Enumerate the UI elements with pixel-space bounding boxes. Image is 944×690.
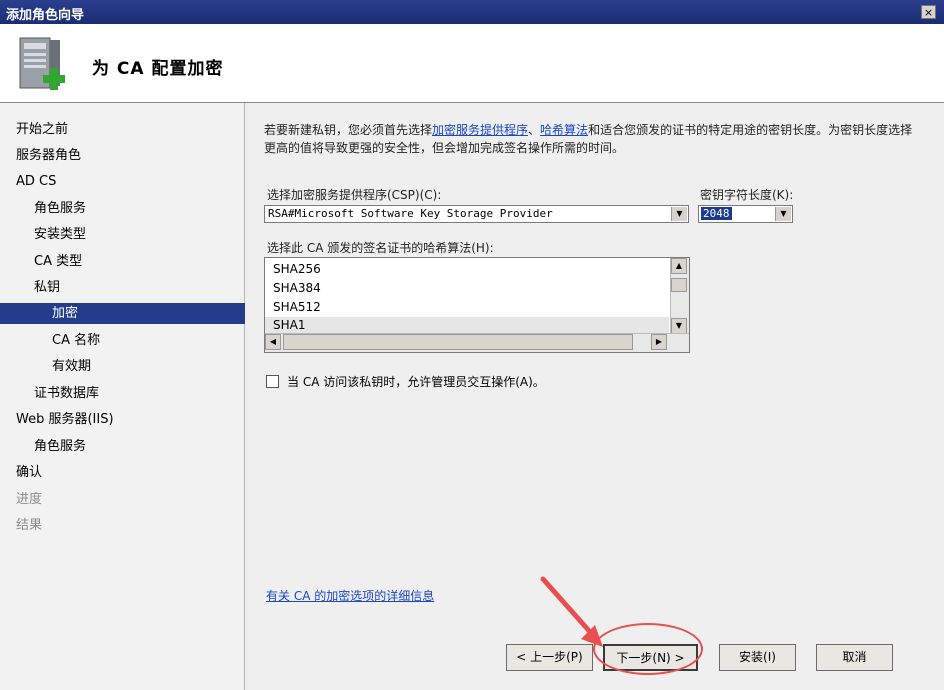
hash-label: 选择此 CA 颁发的签名证书的哈希算法(H): xyxy=(267,241,494,255)
hash-algorithm-link[interactable]: 哈希算法 xyxy=(540,123,588,137)
scroll-up-icon[interactable]: ▲ xyxy=(671,258,687,274)
list-item[interactable]: SHA384 xyxy=(265,279,669,298)
list-item[interactable]: SHA512 xyxy=(265,298,669,317)
back-button[interactable]: < 上一步(P) xyxy=(506,644,593,671)
window-titlebar: 添加角色向导 × xyxy=(0,0,944,24)
scroll-down-icon[interactable]: ▼ xyxy=(671,318,687,334)
admin-interaction-label[interactable]: 当 CA 访问该私钥时，允许管理员交互操作(A)。 xyxy=(287,373,545,390)
description-text: 若要新建私钥，您必须首先选择加密服务提供程序、哈希算法和适合您颁发的证书的特定用… xyxy=(264,123,913,155)
horizontal-scrollbar[interactable]: ◀ ▶ xyxy=(265,333,689,352)
csp-value: RSA#Microsoft Software Key Storage Provi… xyxy=(268,207,553,220)
nav-item-certificate-database[interactable]: 证书数据库 xyxy=(0,383,278,404)
nav-item-server-roles[interactable]: 服务器角色 xyxy=(0,145,260,166)
key-length-value: 2048 xyxy=(701,207,732,220)
nav-item-ca-type[interactable]: CA 类型 xyxy=(0,251,278,272)
server-add-icon xyxy=(19,37,65,90)
nav-item-confirmation[interactable]: 确认 xyxy=(0,462,260,483)
nav-item-web-server-iis[interactable]: Web 服务器(IIS) xyxy=(0,409,260,430)
nav-item-ad-cs[interactable]: AD CS xyxy=(0,171,260,192)
scroll-left-icon[interactable]: ◀ xyxy=(265,334,281,350)
chevron-down-icon[interactable]: ▼ xyxy=(671,207,687,221)
csp-dropdown[interactable]: RSA#Microsoft Software Key Storage Provi… xyxy=(264,205,689,223)
nav-item-results: 结果 xyxy=(16,518,43,533)
install-button[interactable]: 安装(I) xyxy=(719,644,796,671)
list-item-selected[interactable]: SHA1 xyxy=(265,317,669,333)
wizard-nav: 开始之前 服务器角色 AD CS 角色服务 安装类型 CA 类型 私钥 加密 C… xyxy=(0,103,296,690)
key-length-label: 密钥字符长度(K): xyxy=(700,188,794,202)
page-title: 为 CA 配置加密 xyxy=(92,59,224,79)
scroll-thumb-horizontal[interactable] xyxy=(283,334,633,350)
annotation-arrow-icon xyxy=(540,576,603,647)
admin-interaction-checkbox[interactable] xyxy=(266,375,279,388)
nav-item-before-you-begin[interactable]: 开始之前 xyxy=(0,119,260,140)
scroll-right-icon[interactable]: ▶ xyxy=(651,334,667,350)
nav-item-iis-role-services[interactable]: 角色服务 xyxy=(0,436,278,457)
csp-label: 选择加密服务提供程序(CSP)(C): xyxy=(267,188,442,202)
next-button[interactable]: 下一步(N) > xyxy=(603,644,698,671)
nav-item-private-key[interactable]: 私钥 xyxy=(0,277,278,298)
nav-item-role-services[interactable]: 角色服务 xyxy=(0,198,278,219)
nav-item-setup-type[interactable]: 安装类型 xyxy=(0,224,278,245)
chevron-down-icon[interactable]: ▼ xyxy=(775,207,791,221)
scroll-thumb[interactable] xyxy=(671,278,687,292)
cancel-button[interactable]: 取消 xyxy=(816,644,893,671)
nav-item-progress: 进度 xyxy=(16,492,43,507)
more-info-link[interactable]: 有关 CA 的加密选项的详细信息 xyxy=(266,587,434,604)
wizard-header: 为 CA 配置加密 xyxy=(0,24,944,103)
close-button[interactable]: × xyxy=(921,5,936,19)
key-length-dropdown[interactable]: 2048 ▼ xyxy=(698,205,793,223)
hash-algorithm-list[interactable]: SHA256 SHA384 SHA512 SHA1 ▲ ▼ ◀ ▶ xyxy=(264,257,690,353)
csp-link[interactable]: 加密服务提供程序 xyxy=(432,123,528,137)
window-title: 添加角色向导 xyxy=(6,8,85,23)
list-item[interactable]: SHA256 xyxy=(265,260,669,279)
vertical-scrollbar[interactable]: ▲ ▼ xyxy=(670,258,689,334)
wizard-content: 若要新建私钥，您必须首先选择加密服务提供程序、哈希算法和适合您颁发的证书的特定用… xyxy=(245,103,944,690)
